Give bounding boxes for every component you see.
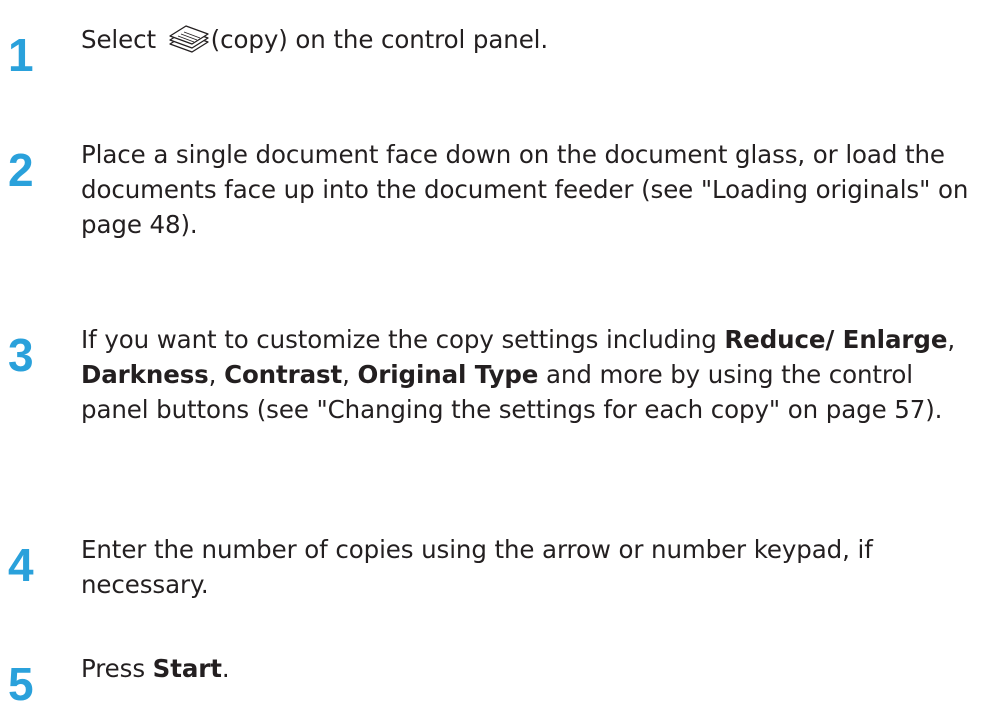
copy-icon <box>166 22 210 54</box>
step-text-bold: Darkness <box>81 360 209 389</box>
step-text-bold: Original Type <box>357 360 539 389</box>
step-text-bold: Reduce/ Enlarge <box>724 325 948 354</box>
step-text-segment: (copy) on the control panel. <box>210 25 549 54</box>
step-text-bold: Start <box>152 654 222 683</box>
step-text-segment: If you want to customize the copy settin… <box>81 325 725 354</box>
step-number: 2 <box>8 144 34 196</box>
step-number: 3 <box>8 329 34 381</box>
step-text: Select (copy) on the control panel. <box>81 22 976 57</box>
step-text-segment: Select <box>81 25 164 54</box>
step-text-segment: , <box>342 360 358 389</box>
step-number: 5 <box>8 658 34 710</box>
step-text-segment: . <box>221 654 230 683</box>
step-text: Place a single document face down on the… <box>81 137 976 242</box>
step-text-segment: , <box>947 325 956 354</box>
step-number: 4 <box>8 539 34 591</box>
step-text: If you want to customize the copy settin… <box>81 322 976 427</box>
step-text: Enter the number of copies using the arr… <box>81 532 976 602</box>
step-text-segment: , <box>208 360 225 389</box>
step-number: 1 <box>8 29 34 81</box>
step-text-bold: Contrast <box>224 360 343 389</box>
step-text-segment: Enter the number of copies using the arr… <box>81 535 873 599</box>
step-text: Press Start. <box>81 651 976 686</box>
step-text-segment: Press <box>81 654 153 683</box>
step-text-segment: Place a single document face down on the… <box>81 140 969 239</box>
